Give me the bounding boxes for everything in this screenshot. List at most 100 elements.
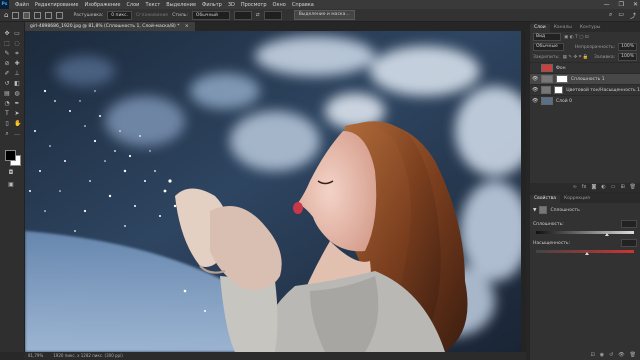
tab-channels[interactable]: Каналы: [550, 24, 576, 32]
workspace-icon[interactable]: ▭: [618, 11, 624, 20]
trash-icon[interactable]: 🗑: [630, 352, 636, 358]
zoom-tool-icon[interactable]: ⌕: [4, 131, 10, 137]
layer-row-background[interactable]: Фон: [530, 62, 640, 73]
fx-icon[interactable]: fx: [582, 183, 587, 192]
foreground-color-swatch[interactable]: [5, 150, 16, 161]
solidity-slider[interactable]: [536, 231, 634, 236]
tab-paths[interactable]: Контуры: [576, 24, 605, 32]
layer-mask-thumbnail[interactable]: [553, 86, 564, 94]
quick-mask-icon[interactable]: ◘: [8, 170, 14, 176]
saturation-slider[interactable]: [536, 250, 634, 255]
close-tab-icon[interactable]: ×: [185, 24, 189, 29]
link-icon[interactable]: ∞: [573, 183, 577, 192]
select-and-mask-button[interactable]: Выделение и маска...: [293, 10, 355, 20]
menu-text[interactable]: Текст: [142, 2, 163, 8]
search-icon[interactable]: ⌕: [609, 11, 612, 20]
menu-window[interactable]: Окно: [270, 2, 289, 8]
menu-view[interactable]: Просмотр: [238, 2, 270, 8]
add-selection-icon[interactable]: [34, 11, 42, 19]
stamp-tool-icon[interactable]: ⊥: [14, 71, 20, 77]
history-brush-icon[interactable]: ↺: [4, 81, 10, 87]
gradient-tool-icon[interactable]: ▤: [4, 91, 10, 97]
document-tab[interactable]: girl-4898686_1920.jpg @ 81,8% (Сплошност…: [24, 22, 195, 31]
view-previous-icon[interactable]: ◉: [600, 352, 604, 358]
shape-tool-icon[interactable]: ▯: [4, 121, 10, 127]
subtract-selection-icon[interactable]: [45, 11, 53, 19]
more-tools-icon[interactable]: …: [14, 131, 20, 137]
type-tool-icon[interactable]: T: [4, 111, 10, 117]
layer-mask-thumbnail[interactable]: [556, 75, 568, 83]
lock-icons[interactable]: ▦ ✎ ✥ ⌗ 🔒: [563, 54, 589, 60]
maximize-icon[interactable]: ❐: [619, 1, 624, 8]
eye-icon[interactable]: 👁: [532, 76, 538, 82]
eyedropper-tool-icon[interactable]: ⊘: [4, 61, 10, 67]
mask-icon[interactable]: ◙: [591, 183, 596, 192]
quick-select-tool-icon[interactable]: ✎: [4, 51, 10, 57]
path-select-tool-icon[interactable]: ➤: [14, 111, 20, 117]
brush-tool-icon[interactable]: ✐: [4, 71, 10, 77]
menu-select[interactable]: Выделение: [163, 2, 199, 8]
share-icon[interactable]: ⤴: [630, 11, 636, 20]
saturation-input[interactable]: [621, 239, 637, 247]
menu-layers[interactable]: Слои: [123, 2, 142, 8]
hand-tool-icon[interactable]: ✋: [14, 121, 21, 127]
new-selection-icon[interactable]: [23, 11, 31, 19]
swap-icon[interactable]: ⇄: [256, 13, 260, 18]
tab-layers[interactable]: Слои: [530, 24, 550, 32]
healing-tool-icon[interactable]: ✚: [14, 61, 20, 67]
height-input[interactable]: [263, 10, 282, 20]
new-layer-icon[interactable]: ⊞: [620, 183, 624, 192]
layer-filter-select[interactable]: Вид: [533, 33, 561, 41]
marquee-tool-icon[interactable]: ⬚: [4, 41, 10, 47]
intersect-selection-icon[interactable]: [56, 11, 64, 19]
screen-mode-icon[interactable]: ▣: [8, 182, 14, 188]
menu-filter[interactable]: Фильтр: [199, 2, 225, 8]
menu-file[interactable]: Файл: [12, 2, 32, 8]
layer-row-layer0[interactable]: 👁 Слой 0: [530, 95, 640, 106]
feather-input[interactable]: 0 пикс.: [107, 10, 133, 20]
solidity-input[interactable]: [621, 220, 637, 228]
eye-icon[interactable]: 👁: [532, 87, 538, 93]
blur-tool-icon[interactable]: ◍: [14, 91, 20, 97]
layer-row-solidity[interactable]: 👁 Сплошность 1: [530, 73, 640, 84]
blend-mode-select[interactable]: Обычные: [533, 43, 564, 51]
adjustment-layer-icon[interactable]: ◐: [601, 183, 605, 192]
reset-icon[interactable]: ↺: [609, 352, 613, 358]
saturation-slider-thumb[interactable]: [585, 252, 589, 255]
photoshop-logo[interactable]: Ps: [0, 0, 9, 9]
trash-icon[interactable]: 🗑: [630, 183, 636, 192]
move-tool-icon[interactable]: ✥: [4, 31, 10, 37]
filter-icons[interactable]: ▣ ◐ T ▢ ⊡: [564, 35, 589, 40]
menu-help[interactable]: Справка: [289, 2, 317, 8]
menu-image[interactable]: Изображение: [81, 2, 123, 8]
marquee-tool-preset-icon[interactable]: [12, 11, 20, 19]
crop-tool-icon[interactable]: ⌗: [14, 51, 20, 57]
eye-icon[interactable]: 👁: [532, 98, 538, 104]
width-input[interactable]: [233, 10, 252, 20]
artboard-tool-icon[interactable]: ▭: [14, 31, 20, 37]
style-select[interactable]: Обычный: [191, 10, 230, 20]
tab-adjustments[interactable]: Коррекция: [560, 195, 594, 203]
eraser-tool-icon[interactable]: ◧: [14, 81, 20, 87]
menu-3d[interactable]: 3D: [225, 2, 238, 8]
opacity-input[interactable]: 100%: [618, 43, 637, 51]
document-info[interactable]: 1920 пикс. x 1282 пикс. (300 ppi): [53, 352, 123, 360]
group-icon[interactable]: ▭: [611, 183, 616, 192]
minimize-icon[interactable]: —: [604, 1, 610, 8]
dodge-tool-icon[interactable]: ◔: [4, 101, 10, 107]
pen-tool-icon[interactable]: ✒: [14, 101, 20, 107]
home-icon[interactable]: ⌂: [4, 11, 8, 19]
layer-row-hue-saturation[interactable]: 👁 Цветовой тон/Насыщенность 1: [530, 84, 640, 95]
menu-edit[interactable]: Редактирование: [32, 2, 82, 8]
zoom-level[interactable]: 81,79%: [28, 352, 43, 360]
lasso-tool-icon[interactable]: ◌: [14, 41, 20, 47]
document-canvas[interactable]: [25, 31, 521, 352]
fill-input[interactable]: 100%: [618, 53, 637, 61]
mask-toggle-icon[interactable]: [539, 206, 548, 214]
close-icon[interactable]: ✕: [633, 1, 638, 8]
tab-properties[interactable]: Свойства: [530, 195, 560, 203]
visibility-icon[interactable]: 👁: [618, 352, 624, 358]
antialias-checkbox[interactable]: Сглаживание: [136, 13, 168, 18]
solidity-slider-thumb[interactable]: [604, 233, 609, 236]
clip-icon[interactable]: ⊡: [591, 352, 595, 358]
